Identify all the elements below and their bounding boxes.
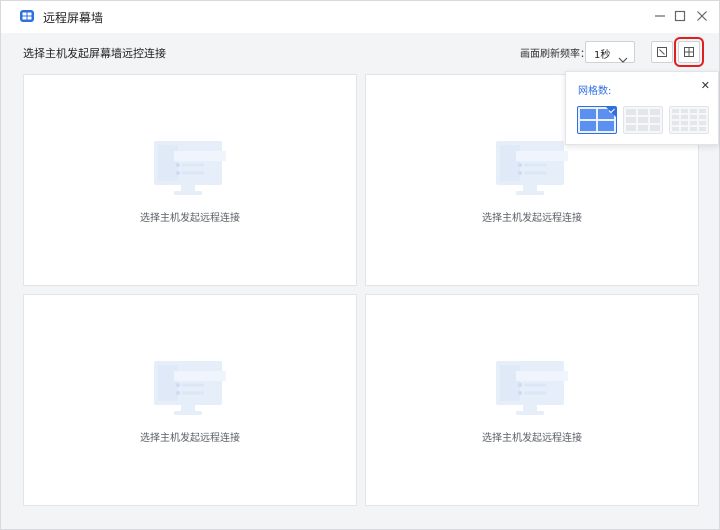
grid-layout-button[interactable] xyxy=(674,37,704,67)
remote-screen-wall-window: 远程屏幕墙 选择主机发起屏幕墙远控连接 画面刷新频率： 1秒 选择主机发起远程连… xyxy=(0,0,720,530)
grid-count-popover: 网格数: ✕ xyxy=(565,71,719,145)
cell-hint-text: 选择主机发起远程连接 xyxy=(140,433,240,444)
monitor-placeholder-icon xyxy=(152,359,228,423)
grid-4x4-icon xyxy=(672,109,706,131)
monitor-placeholder-icon xyxy=(494,359,570,423)
grid-count-title: 网格数: xyxy=(578,86,612,97)
grid-option-4x4[interactable] xyxy=(669,106,709,134)
chevron-down-icon xyxy=(618,49,628,68)
fullscreen-icon xyxy=(656,43,668,62)
maximize-icon[interactable] xyxy=(671,7,689,25)
refresh-rate-label: 画面刷新频率： xyxy=(520,49,590,60)
cell-hint-text: 选择主机发起远程连接 xyxy=(140,213,240,224)
grid-option-3x3[interactable] xyxy=(623,106,663,134)
toolbar-hint: 选择主机发起屏幕墙远控连接 xyxy=(23,47,166,60)
screen-cell-4[interactable]: 选择主机发起远程连接 xyxy=(365,294,699,506)
fullscreen-button[interactable] xyxy=(651,41,673,63)
minimize-icon[interactable] xyxy=(651,7,669,25)
refresh-rate-value: 1秒 xyxy=(594,50,611,61)
cell-hint-text: 选择主机发起远程连接 xyxy=(482,433,582,444)
close-icon[interactable] xyxy=(693,7,711,25)
window-title: 远程屏幕墙 xyxy=(43,11,104,25)
screen-cell-3[interactable]: 选择主机发起远程连接 xyxy=(23,294,357,506)
cell-hint-text: 选择主机发起远程连接 xyxy=(482,213,582,224)
monitor-placeholder-icon xyxy=(494,139,570,203)
screen-cell-1[interactable]: 选择主机发起远程连接 xyxy=(23,74,357,286)
monitor-placeholder-icon xyxy=(152,139,228,203)
grid-option-2x2[interactable] xyxy=(577,106,617,134)
app-icon xyxy=(19,8,35,24)
title-bar: 远程屏幕墙 xyxy=(1,1,719,33)
refresh-rate-select[interactable]: 1秒 xyxy=(585,41,635,63)
grid-2x2-icon xyxy=(580,107,616,131)
popover-close-icon[interactable]: ✕ xyxy=(701,80,710,91)
grid-3x3-icon xyxy=(626,109,660,131)
grid-layout-icon xyxy=(683,43,695,62)
